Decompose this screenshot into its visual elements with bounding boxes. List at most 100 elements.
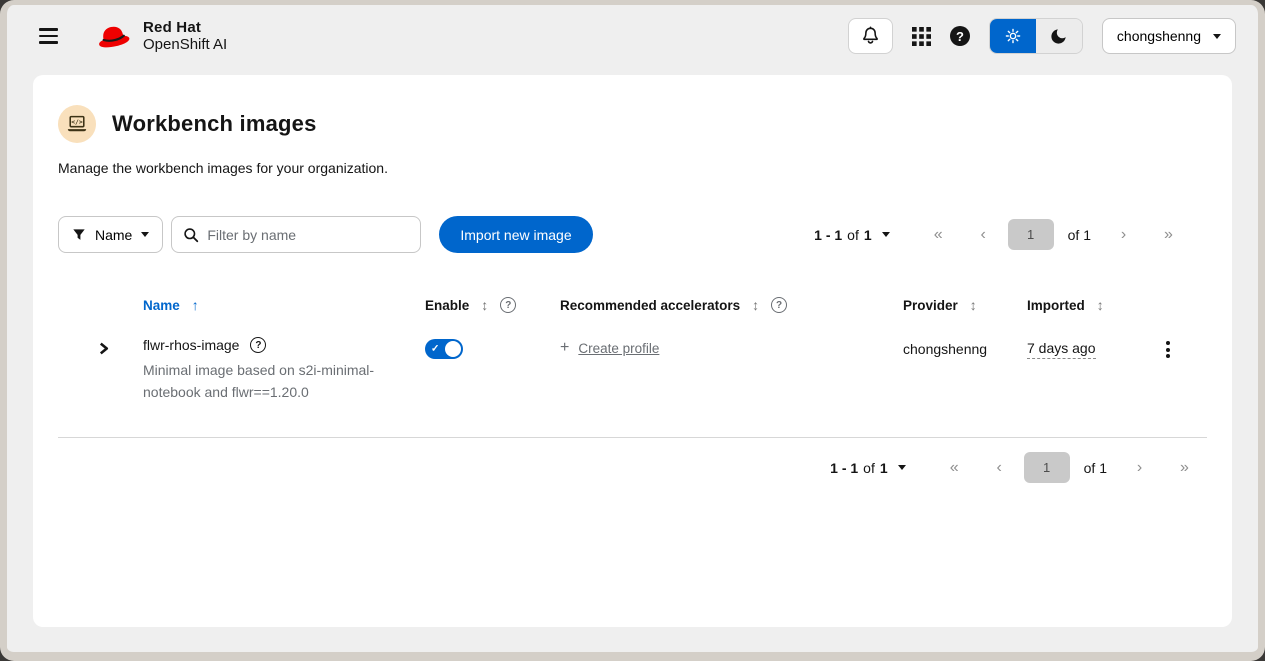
sort-icon: ↕ xyxy=(970,297,977,313)
user-menu-label: chongshenng xyxy=(1117,28,1201,44)
caret-down-icon xyxy=(898,465,906,470)
pagination-bottom: 1 - 1 of 1 « ‹ of 1 › » xyxy=(830,452,1207,483)
import-new-image-button[interactable]: Import new image xyxy=(439,216,592,253)
filter-icon xyxy=(72,228,86,242)
app-launcher-button[interactable] xyxy=(912,27,931,46)
filter-column-dropdown[interactable]: Name xyxy=(58,216,163,253)
next-page-button[interactable]: › xyxy=(1117,459,1162,477)
svg-text:</>: </> xyxy=(71,118,83,126)
browser-window: Red Hat OpenShift AI xyxy=(0,0,1265,661)
plus-icon: + xyxy=(560,340,569,356)
expand-cell xyxy=(58,337,143,360)
column-header-enable[interactable]: Enable ↕ ? xyxy=(425,297,560,313)
prev-page-button[interactable]: ‹ xyxy=(977,459,1022,477)
filter-dropdown-label: Name xyxy=(95,227,132,243)
pagination-of-label: of xyxy=(863,460,875,476)
pagination-menu-toggle[interactable]: 1 - 1 of 1 xyxy=(814,227,890,243)
caret-down-icon xyxy=(141,232,149,237)
actions-column-header xyxy=(1160,297,1207,313)
pagination-top: 1 - 1 of 1 « ‹ of 1 › » xyxy=(814,219,1191,250)
laptop-code-icon: </> xyxy=(66,115,88,134)
column-header-recommended-accelerators[interactable]: Recommended accelerators ↕ ? xyxy=(560,297,903,313)
pagination-menu-toggle[interactable]: 1 - 1 of 1 xyxy=(830,460,906,476)
table-row: flwr-rhos-image ? Minimal image based on… xyxy=(58,337,1207,403)
current-page-input[interactable] xyxy=(1024,452,1070,483)
table-header: Name ↑ Enable ↕ ? Recommended accelerato… xyxy=(58,297,1207,313)
help-icon[interactable]: ? xyxy=(500,297,516,313)
caret-down-icon xyxy=(882,232,890,237)
search-icon xyxy=(183,227,199,243)
dark-theme-button[interactable] xyxy=(1036,19,1082,53)
nav-toggle-button[interactable] xyxy=(33,22,64,50)
pagination-range: 1 - 1 xyxy=(830,460,858,476)
sort-icon: ↕ xyxy=(481,297,488,313)
workbench-images-icon: </> xyxy=(58,105,96,143)
imported-cell: 7 days ago xyxy=(1027,337,1160,359)
column-header-name[interactable]: Name ↑ xyxy=(143,297,425,313)
column-header-provider[interactable]: Provider ↕ xyxy=(903,297,1027,313)
app-grid-icon xyxy=(912,27,931,46)
page-count-label: of 1 xyxy=(1068,227,1091,243)
page-count-label: of 1 xyxy=(1084,460,1107,476)
provider-cell: chongshenng xyxy=(903,337,1027,357)
pagination-nav: « ‹ of 1 › » xyxy=(916,219,1191,250)
brand-line-1: Red Hat xyxy=(143,19,227,36)
help-icon[interactable]: ? xyxy=(771,297,787,313)
page-title: Workbench images xyxy=(112,111,317,137)
question-icon: ? xyxy=(950,26,970,46)
row-actions-cell xyxy=(1160,337,1207,362)
sort-ascending-icon: ↑ xyxy=(192,297,199,313)
redhat-fedora-icon xyxy=(92,21,134,51)
next-page-button[interactable]: › xyxy=(1101,226,1146,244)
current-page-input[interactable] xyxy=(1008,219,1054,250)
enable-cell: ✓ xyxy=(425,337,560,364)
pagination-nav: « ‹ of 1 › » xyxy=(932,452,1207,483)
first-page-button[interactable]: « xyxy=(932,459,977,477)
masthead-actions: ? xyxy=(848,18,1236,54)
last-page-button[interactable]: » xyxy=(1146,226,1191,244)
pagination-total: 1 xyxy=(864,227,872,243)
create-profile-link[interactable]: + Create profile xyxy=(560,340,659,356)
column-header-imported[interactable]: Imported ↕ xyxy=(1027,297,1160,313)
page-header: </> Workbench images xyxy=(58,105,1207,143)
toolbar: Name Import new image 1 - 1 of 1 xyxy=(58,216,1207,253)
expand-column-header xyxy=(58,297,143,313)
bell-icon xyxy=(860,26,881,47)
table-bottom-divider xyxy=(58,437,1207,438)
moon-icon xyxy=(1049,27,1068,46)
chevron-right-icon xyxy=(98,342,109,355)
user-menu-button[interactable]: chongshenng xyxy=(1102,18,1236,54)
toggle-knob xyxy=(445,341,461,357)
help-button[interactable]: ? xyxy=(950,26,970,46)
brand-text: Red Hat OpenShift AI xyxy=(143,19,227,54)
last-page-button[interactable]: » xyxy=(1162,459,1207,477)
row-kebab-menu[interactable] xyxy=(1158,337,1178,362)
recommended-accelerators-cell: + Create profile xyxy=(560,337,903,356)
theme-toggle-group xyxy=(989,18,1083,54)
pagination-range: 1 - 1 xyxy=(814,227,842,243)
name-cell: flwr-rhos-image ? Minimal image based on… xyxy=(143,337,425,403)
image-name: flwr-rhos-image xyxy=(143,337,239,353)
search-field xyxy=(171,216,421,253)
page-subtitle: Manage the workbench images for your org… xyxy=(58,160,1207,176)
masthead: Red Hat OpenShift AI xyxy=(7,5,1258,67)
imported-timestamp[interactable]: 7 days ago xyxy=(1027,340,1096,359)
help-icon[interactable]: ? xyxy=(250,337,266,353)
sort-icon: ↕ xyxy=(1097,297,1104,313)
caret-down-icon xyxy=(1213,34,1221,39)
light-theme-button[interactable] xyxy=(990,19,1036,53)
sun-icon xyxy=(1003,26,1023,46)
sort-icon: ↕ xyxy=(752,297,759,313)
pagination-total: 1 xyxy=(880,460,888,476)
check-icon: ✓ xyxy=(431,344,439,355)
image-description: Minimal image based on s2i-minimal-noteb… xyxy=(143,360,379,403)
redhat-openshift-ai-logo: Red Hat OpenShift AI xyxy=(92,19,227,54)
first-page-button[interactable]: « xyxy=(916,226,961,244)
brand-line-2: OpenShift AI xyxy=(143,36,227,53)
expand-row-button[interactable] xyxy=(96,340,111,360)
prev-page-button[interactable]: ‹ xyxy=(961,226,1006,244)
enable-toggle[interactable]: ✓ xyxy=(425,339,463,359)
search-input[interactable] xyxy=(207,227,409,243)
notifications-button[interactable] xyxy=(848,18,893,54)
pagination-of-label: of xyxy=(847,227,859,243)
